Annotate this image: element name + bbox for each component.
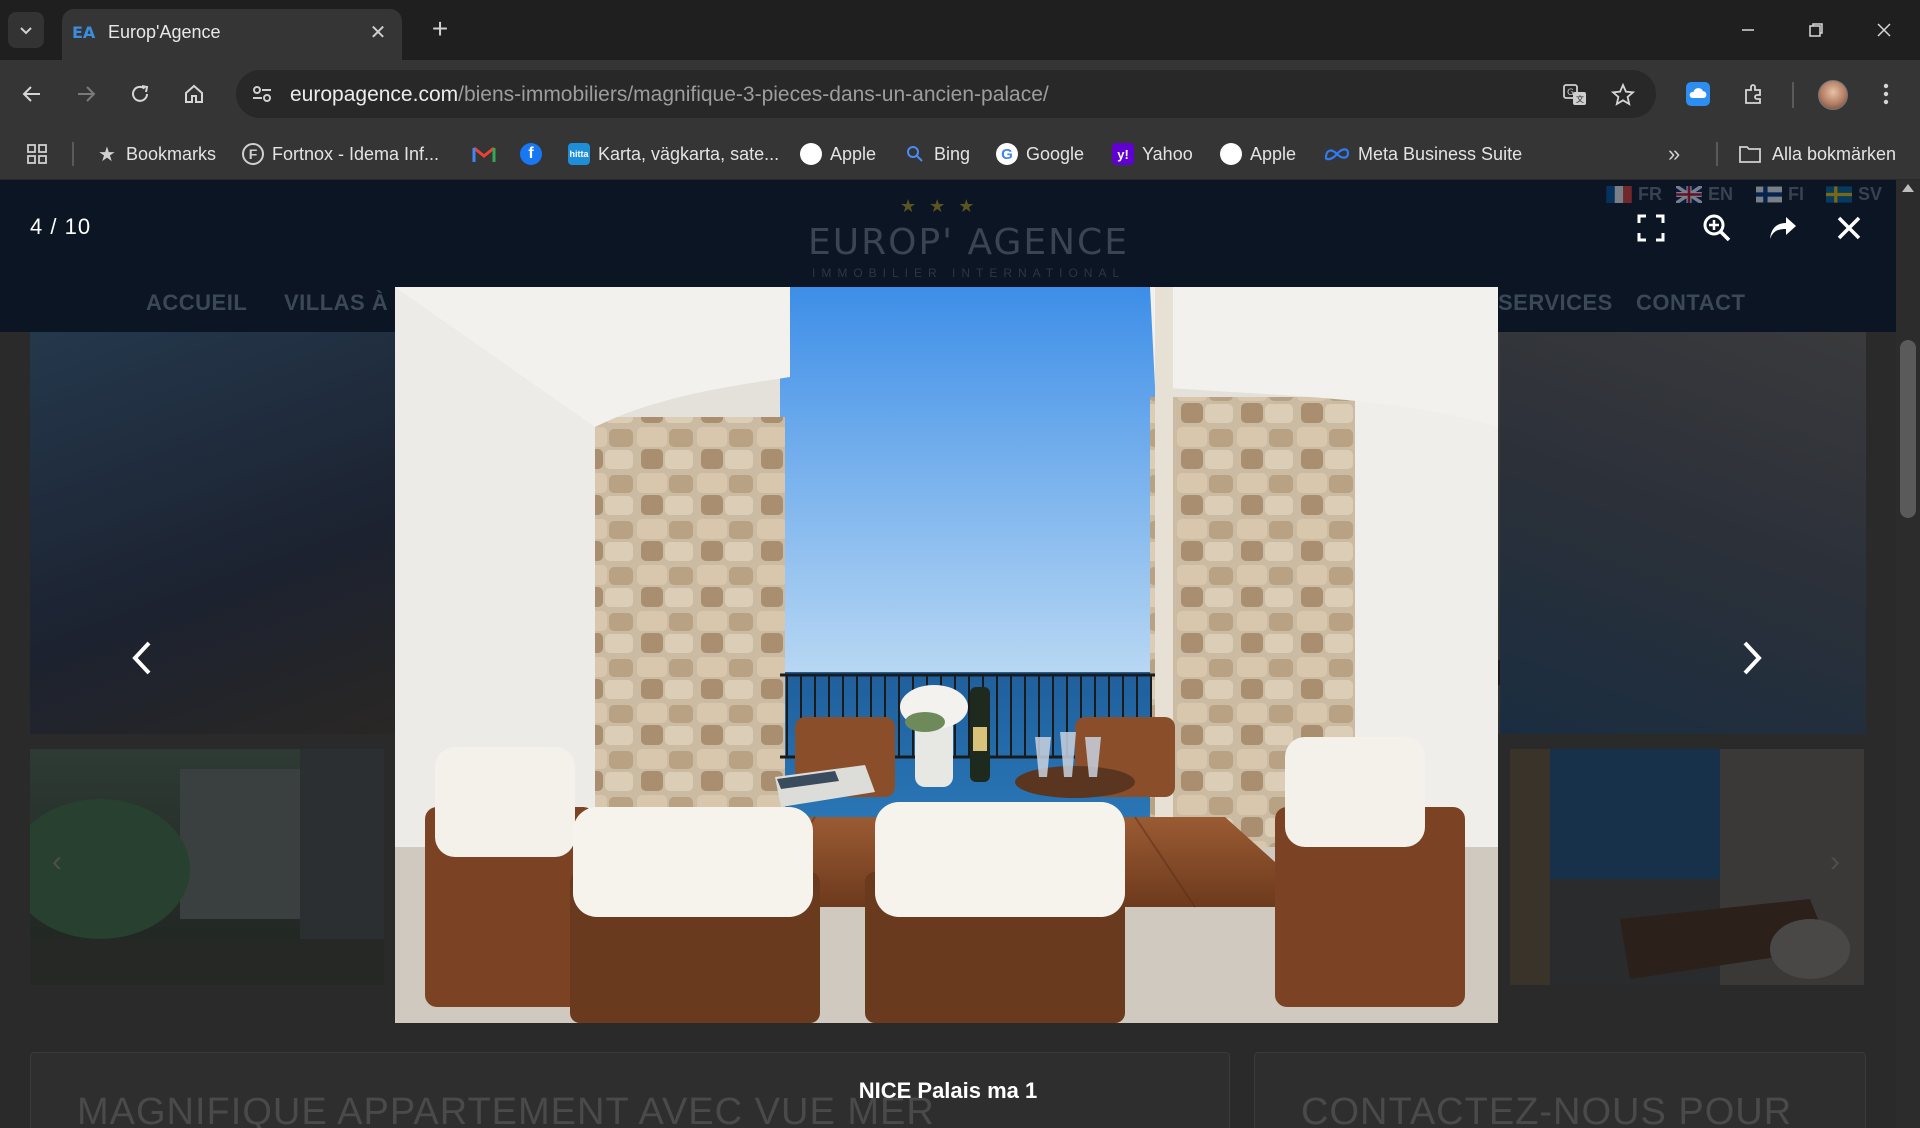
url-host: europagence.com [290,83,459,106]
close-lightbox-button[interactable] [1827,206,1871,250]
bookmark-label: Yahoo [1142,143,1193,164]
bookmark-bookmarks[interactable]: ★ Bookmarks [96,140,216,168]
bookmark-fortnox[interactable]: F Fortnox - Idema Inf... [242,140,439,168]
url-path: /biens-immobiliers/magnifique-3-pieces-d… [458,83,1049,106]
bookmark-label: Karta, vägkarta, sate... [598,143,780,164]
reload-button[interactable] [122,76,158,112]
active-tab[interactable]: EA Europ'Agence ✕ [62,9,402,60]
zoom-in-button[interactable] [1695,206,1739,250]
tab-close-icon[interactable]: ✕ [366,21,390,45]
folder-icon [1739,146,1761,163]
bookmark-google[interactable]: G Google [996,140,1084,168]
chevron-down-icon [20,27,32,35]
bookmark-label: Bookmarks [126,143,217,164]
restore-button[interactable] [1794,12,1838,48]
all-bookmarks-label: Alla bokmärken [1772,143,1897,164]
svg-text:文: 文 [1576,94,1584,104]
lightbox-counter: 4 / 10 [30,214,91,240]
fullscreen-button[interactable] [1629,206,1673,250]
bookmark-facebook[interactable]: f [520,140,550,168]
counter-separator: / [50,214,58,239]
bing-search-icon [907,146,923,162]
minimize-icon [1742,29,1754,31]
restore-icon [1809,23,1823,37]
new-tab-plus-icon[interactable]: + [424,14,456,46]
hitta-icon: hitta [568,143,590,165]
meta-icon [1324,148,1350,161]
close-icon [1837,216,1861,240]
scroll-up-arrow-icon[interactable] [1902,184,1914,192]
address-bar[interactable]: europagence.com/biens-immobiliers/magnif… [236,70,1656,118]
fullscreen-icon [1637,214,1665,242]
minimize-button[interactable] [1726,12,1770,48]
close-window-button[interactable] [1862,12,1906,48]
lightbox-photo [395,287,1498,1023]
bookmarks-divider [72,142,74,166]
lightbox-caption: NICE Palais ma 1 [858,1078,1038,1103]
apple-icon [1220,143,1242,165]
url-text[interactable]: europagence.com/biens-immobiliers/magnif… [290,83,1049,107]
bookmark-label: Meta Business Suite [1358,143,1523,164]
bookmark-apple-2[interactable]: Apple [1220,140,1296,168]
arrow-left-icon [22,86,40,102]
site-info-icon[interactable] [250,82,274,106]
share-arrow-icon [1770,217,1796,239]
bookmark-meta[interactable]: Meta Business Suite [1324,140,1522,168]
chevron-right-icon [1743,641,1762,675]
arrow-right-icon [78,86,96,102]
chevron-left-icon [132,641,151,675]
zoom-in-icon [1703,214,1731,242]
facebook-icon: f [520,143,542,165]
google-icon: G [996,143,1018,165]
counter-total: 10 [64,214,92,239]
scrollbar-thumb[interactable] [1900,340,1916,518]
bookmark-label: Apple [1250,143,1297,164]
page-viewport: FR EN FI SV ★ ★ ★ EUROP' AGENCE IMMOBILI… [0,180,1920,1128]
tab-strip: EA Europ'Agence ✕ + [0,0,1920,60]
bookmarks-bar: ★ Bookmarks F Fortnox - Idema Inf... f h… [0,128,1920,180]
tab-search-button[interactable] [8,12,44,48]
bookmark-label: Bing [934,143,971,164]
europagence-favicon-icon: EA [72,23,96,42]
bookmark-star-icon[interactable] [1610,82,1636,108]
gmail-icon [472,146,496,162]
counter-current: 4 [30,214,44,239]
lightbox-overlay: 4 / 10 NICE Palais ma 1 [0,180,1896,1128]
fortnox-icon: F [242,143,264,165]
home-icon [185,84,203,103]
bookmark-karta[interactable]: hitta Karta, vägkarta, sate... [568,140,779,168]
browser-toolbar: europagence.com/biens-immobiliers/magnif… [0,60,1920,128]
bookmark-gmail[interactable] [472,140,496,168]
extensions-puzzle-icon[interactable] [1738,78,1770,110]
more-menu-kebab-icon[interactable] [1870,78,1902,110]
yahoo-icon: y! [1112,143,1134,165]
bookmark-label: Apple [830,143,877,164]
share-button[interactable] [1761,206,1805,250]
bookmarks-divider-2 [1716,142,1718,166]
lightbox-prev-button[interactable] [120,628,164,688]
all-bookmarks-button[interactable]: Alla bokmärken [1738,140,1896,168]
toolbar-divider [1792,82,1794,108]
apple-icon [800,143,822,165]
forward-button[interactable] [68,76,104,112]
bookmark-label: Fortnox - Idema Inf... [272,143,440,164]
bookmark-bing[interactable]: Bing [904,140,970,168]
close-icon [1877,23,1891,37]
bookmark-label: Google [1026,143,1085,164]
translate-icon[interactable]: G文 [1562,82,1588,108]
back-button[interactable] [14,76,50,112]
lightbox-next-button[interactable] [1730,628,1774,688]
page-scrollbar[interactable] [1896,180,1920,1128]
home-button[interactable] [176,76,212,112]
svg-text:G: G [1567,88,1574,98]
apps-grid-icon[interactable] [26,140,48,168]
star-icon: ★ [98,143,116,166]
reload-icon [132,85,149,102]
bookmark-apple-1[interactable]: Apple [800,140,876,168]
bookmark-yahoo[interactable]: y! Yahoo [1112,140,1193,168]
profile-avatar[interactable] [1818,80,1848,110]
tab-title: Europ'Agence [108,22,221,42]
bookmarks-overflow-chevron-icon[interactable]: » [1668,140,1680,168]
icloud-extension-icon[interactable] [1682,78,1714,110]
